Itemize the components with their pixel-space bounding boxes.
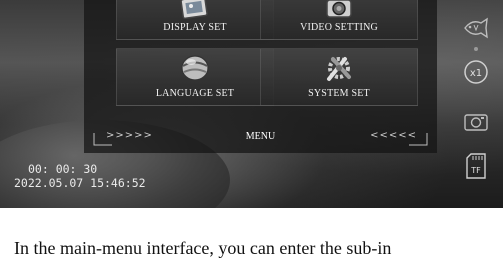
globe-icon bbox=[179, 53, 211, 88]
menu-bar: >>>>> MENU <<<<< bbox=[84, 127, 437, 149]
manual-caption: In the main-menu interface, you can ente… bbox=[14, 238, 392, 258]
tile-label: LANGUAGE SET bbox=[155, 88, 235, 99]
fish-icon[interactable] bbox=[462, 14, 490, 42]
recording-status: 00: 00: 30 2022.05.07 15:46:52 bbox=[14, 162, 146, 190]
date-time: 2022.05.07 15:46:52 bbox=[14, 176, 146, 190]
tools-icon bbox=[323, 53, 355, 88]
system-set-tile[interactable]: SYSTEM SET bbox=[260, 48, 418, 106]
elapsed-time: 00: 00: 30 bbox=[28, 162, 98, 176]
tf-label: TF bbox=[470, 166, 481, 175]
language-set-tile[interactable]: LANGUAGE SET bbox=[116, 48, 274, 106]
tile-label: VIDEO SETTING bbox=[300, 22, 378, 33]
indicator-dot bbox=[462, 44, 490, 54]
display-set-tile[interactable]: DISPLAY SET bbox=[116, 0, 274, 40]
right-arrows: <<<<< bbox=[370, 130, 417, 141]
device-screen: DISPLAY SET VIDEO SETTING LANGUAGE SET S… bbox=[0, 0, 503, 208]
video-setting-tile[interactable]: VIDEO SETTING bbox=[260, 0, 418, 40]
tile-label: SYSTEM SET bbox=[308, 88, 370, 99]
zoom-icon[interactable]: x1 bbox=[462, 58, 490, 86]
tf-card-icon[interactable]: TF bbox=[462, 152, 490, 180]
zoom-level: x1 bbox=[470, 68, 482, 79]
camera-snapshot-icon[interactable] bbox=[462, 108, 490, 136]
tile-label: DISPLAY SET bbox=[163, 22, 227, 33]
